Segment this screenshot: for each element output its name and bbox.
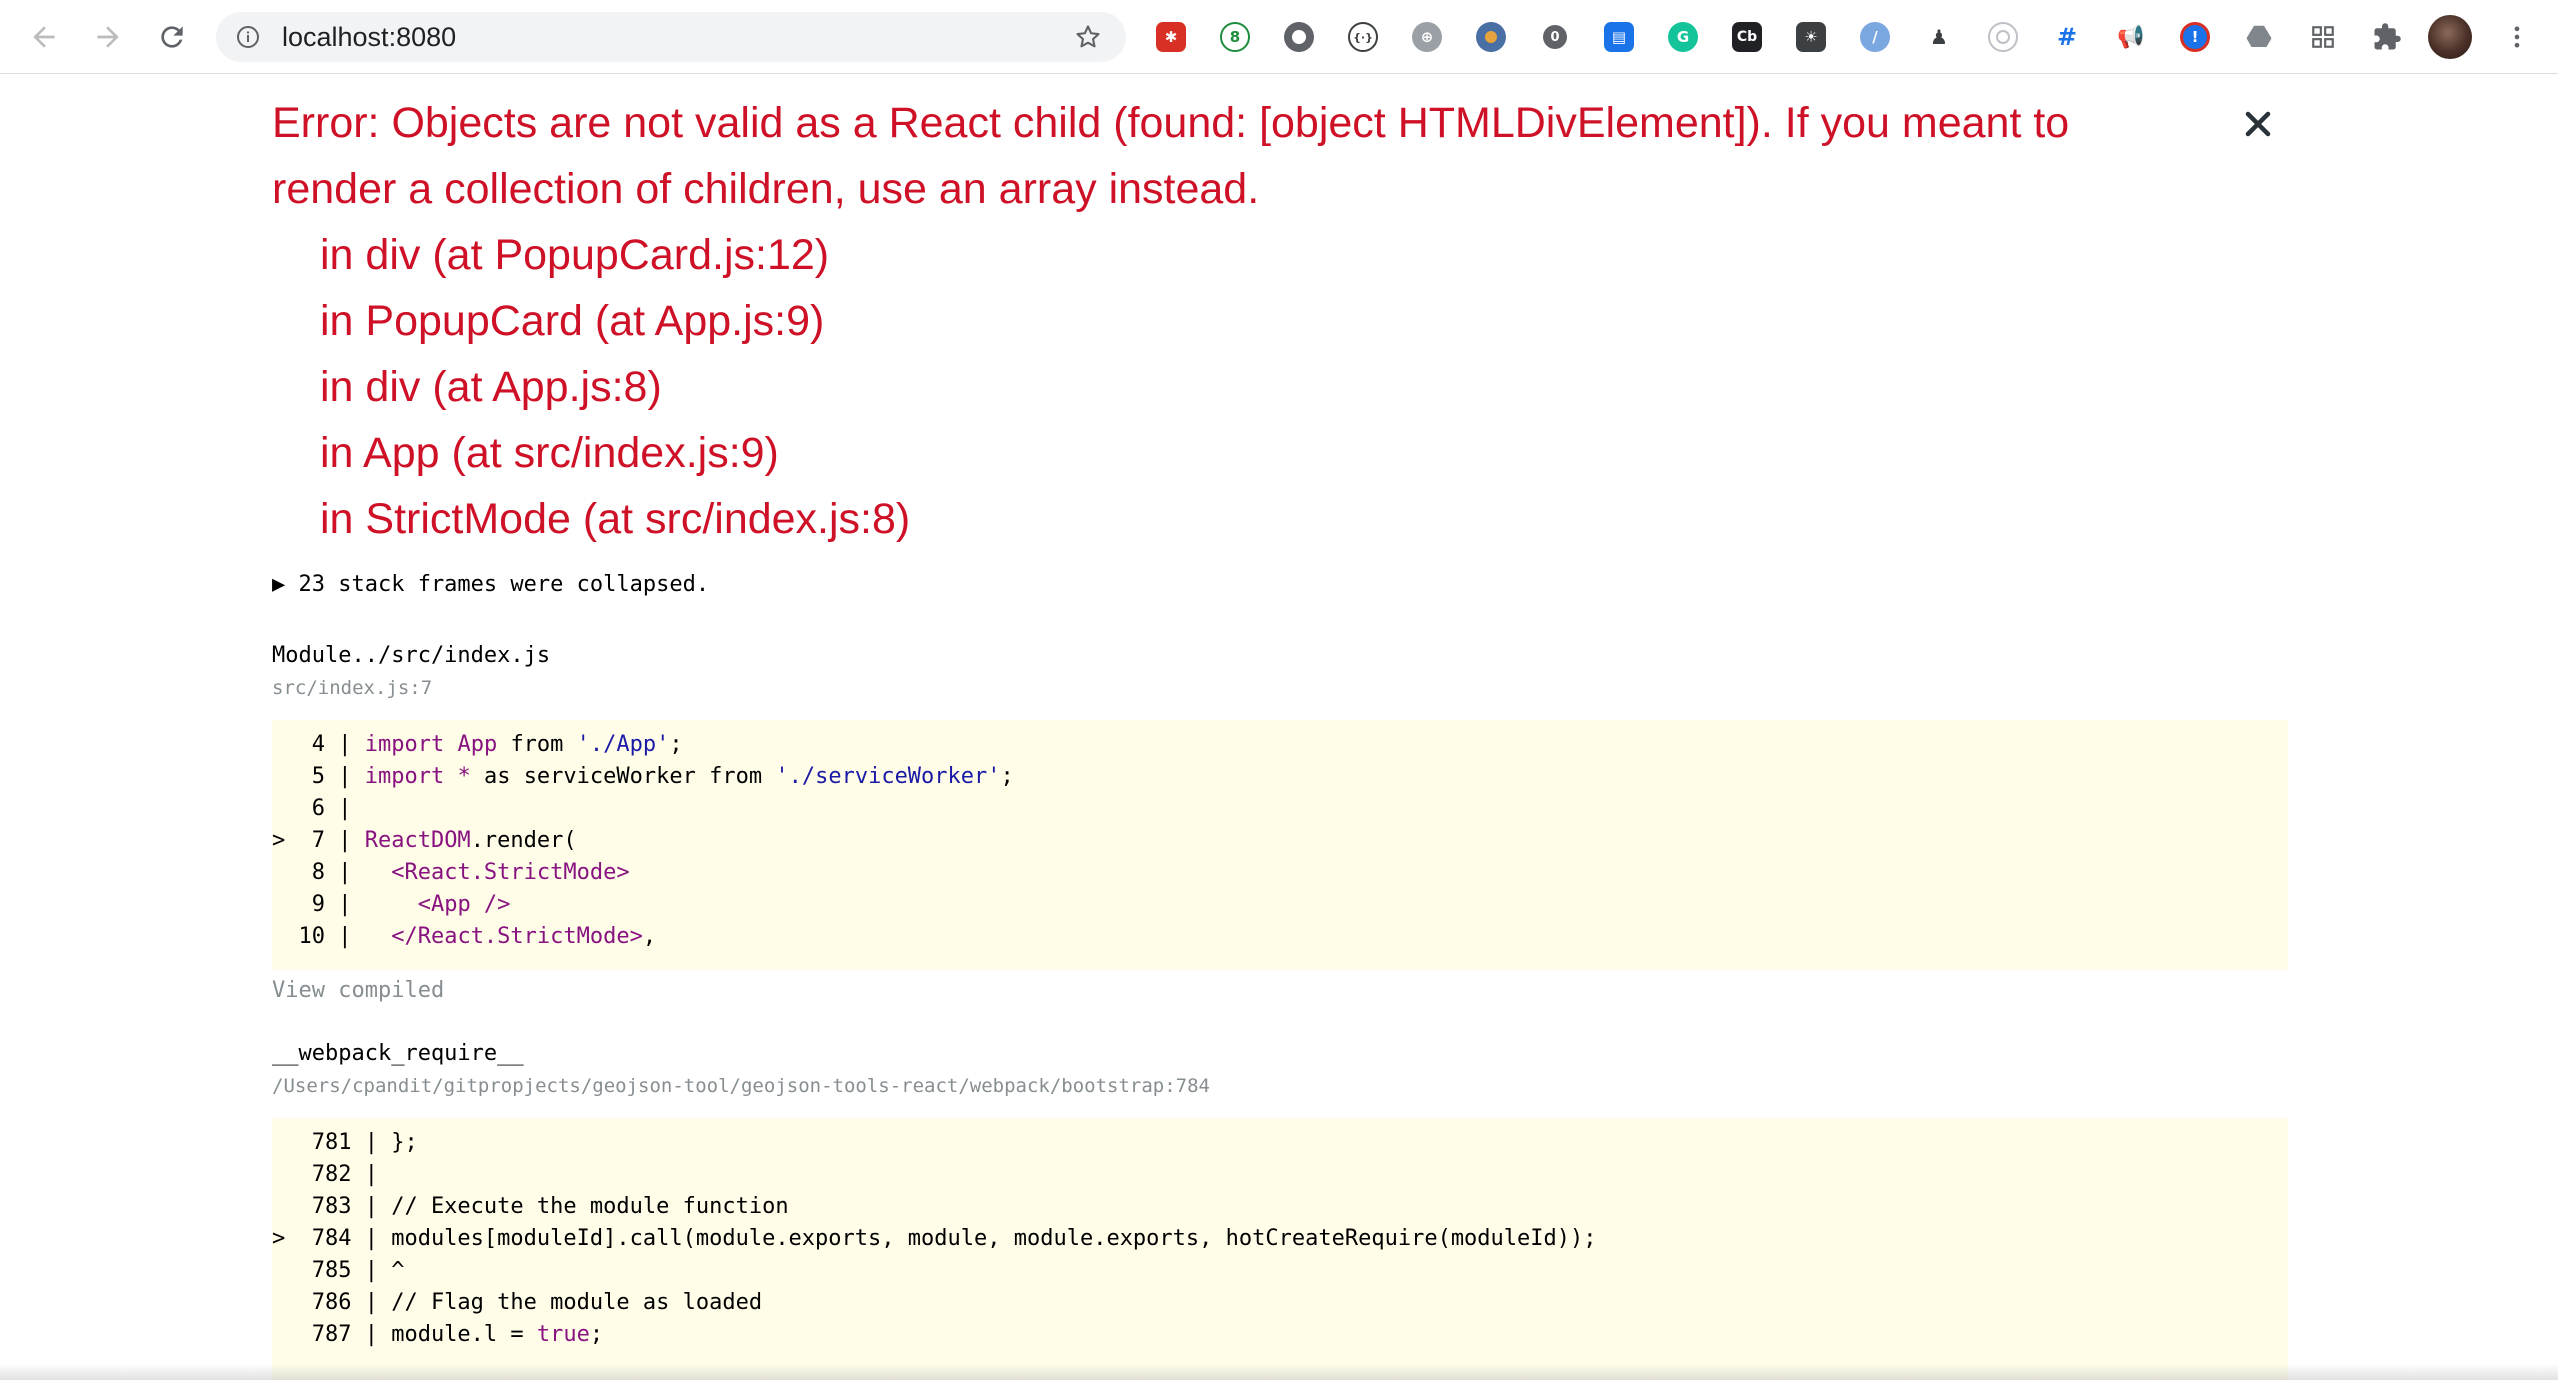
code-line: 9 | <App />: [272, 892, 511, 917]
browser-toolbar: localhost:8080 ✱ 8 {·} ⊕ 0 ▤ G Cb ☀ / ♟ …: [0, 0, 2558, 74]
close-overlay-button[interactable]: [2236, 102, 2280, 146]
line-gutter: 8 |: [272, 860, 392, 885]
punctuation: ;: [1000, 764, 1014, 789]
jsx-tag: <App />: [417, 892, 511, 917]
line-gutter: 4 |: [272, 732, 365, 757]
code-line-highlighted: > 784 | modules[moduleId].call(module.ex…: [272, 1226, 1597, 1251]
reload-button[interactable]: [152, 17, 192, 57]
component-stack-item: in div (at App.js:8): [320, 363, 662, 411]
extension-megaphone-icon[interactable]: 📢: [2114, 20, 2148, 54]
extension-puzzle-small-icon[interactable]: ♟: [1922, 20, 1956, 54]
browser-menu-button[interactable]: [2500, 20, 2534, 54]
component-stack-item: in div (at PopupCard.js:12): [320, 231, 830, 279]
code-line-highlighted: > 7 | ReactDOM.render(: [272, 828, 577, 853]
error-overlay: Error: Objects are not valid as a React …: [0, 74, 2558, 1380]
component-stack-item: in PopupCard (at App.js:9): [320, 297, 825, 345]
code-snippet: 4 | import App from './App'; 5 | import …: [272, 720, 2288, 970]
arrow-right-icon: [97, 26, 119, 48]
code-line: 783 | // Execute the module function: [272, 1194, 789, 1219]
code-line: 782 |: [272, 1162, 378, 1187]
line-gutter: > 7 |: [272, 828, 365, 853]
frame-location-link[interactable]: src/index.js:7: [272, 677, 432, 699]
punctuation: ,: [642, 924, 657, 949]
arrow-left-icon: [33, 26, 55, 48]
code-line: 781 | };: [272, 1130, 418, 1155]
url-text[interactable]: localhost:8080: [282, 12, 456, 62]
extension-apps-grid-icon[interactable]: [2306, 20, 2340, 54]
extension-drive-icon[interactable]: [2242, 20, 2276, 54]
extension-print-icon[interactable]: ▤: [1602, 20, 1636, 54]
frame-name: Module../src/index.js: [272, 643, 551, 668]
close-icon: [2245, 111, 2271, 137]
method-call: .render(: [470, 828, 577, 853]
code-line: 787 | module.l = true;: [272, 1322, 603, 1347]
keyword: true: [536, 1322, 590, 1347]
keyword: import: [364, 764, 445, 789]
component-stack-item: in App (at src/index.js:9): [320, 429, 779, 477]
view-compiled-link[interactable]: View compiled: [272, 978, 444, 1003]
line-gutter: 10 |: [272, 924, 392, 949]
identifier: as serviceWorker: [483, 764, 710, 789]
extension-target-icon[interactable]: [1986, 20, 2020, 54]
extension-leaf-icon[interactable]: 8: [1218, 20, 1252, 54]
bottom-shadow: [0, 1364, 2558, 1380]
collapsed-frames-toggle[interactable]: ▶ 23 stack frames were collapsed.: [272, 572, 709, 597]
line-gutter: 9 |: [272, 892, 418, 917]
line-gutter: 5 |: [272, 764, 365, 789]
extension-earth-icon[interactable]: [1474, 20, 1508, 54]
back-button[interactable]: [24, 17, 64, 57]
extension-globe-icon[interactable]: ⊕: [1410, 20, 1444, 54]
frame-location-link[interactable]: /Users/cpandit/gitpropjects/geojson-tool…: [272, 1075, 1210, 1097]
line-gutter: 787 | module.l =: [272, 1322, 537, 1347]
extension-feather-icon[interactable]: /: [1858, 20, 1892, 54]
extension-cb-icon[interactable]: Cb: [1730, 20, 1764, 54]
operator: *: [444, 764, 484, 789]
extension-grammarly-icon[interactable]: G: [1666, 20, 1700, 54]
identifier: App: [444, 732, 511, 757]
profile-avatar[interactable]: [2428, 15, 2472, 59]
more-vert-icon: [2514, 26, 2520, 48]
code-line: 6 |: [272, 796, 352, 821]
extensions-puzzle-icon[interactable]: [2370, 20, 2404, 54]
code-line: 4 | import App from './App';: [272, 732, 683, 757]
extension-grid-icon[interactable]: #: [2050, 20, 2084, 54]
extension-bulb-icon[interactable]: ☀: [1794, 20, 1828, 54]
code-line: 786 | // Flag the module as loaded: [272, 1290, 763, 1315]
punctuation: ;: [589, 1322, 604, 1347]
bookmark-star-icon[interactable]: [1074, 23, 1102, 56]
extension-disc-icon[interactable]: [1282, 20, 1316, 54]
punctuation: ;: [669, 732, 683, 757]
jsx-tag: <React.StrictMode>: [391, 860, 630, 885]
code-line: 5 | import * as serviceWorker from './se…: [272, 764, 1014, 789]
code-line: 8 | <React.StrictMode>: [272, 860, 630, 885]
code-line: 785 | ^: [272, 1258, 405, 1283]
extension-alert-icon[interactable]: !: [2178, 20, 2212, 54]
error-message: Error: Objects are not valid as a React …: [272, 99, 2070, 213]
string: './serviceWorker': [775, 764, 1001, 789]
string: './App': [576, 732, 670, 757]
keyword: import: [364, 732, 445, 757]
identifier: ReactDOM: [364, 828, 471, 853]
site-info-icon[interactable]: [236, 25, 260, 54]
component-stack-item: in StrictMode (at src/index.js:8): [320, 495, 911, 543]
code-line: 10 | </React.StrictMode>,: [272, 924, 656, 949]
reload-icon: [161, 26, 183, 48]
address-bar[interactable]: localhost:8080: [216, 12, 1126, 62]
keyword: from: [709, 764, 763, 789]
extension-bug-icon[interactable]: ✱: [1154, 20, 1188, 54]
keyword: from: [510, 732, 564, 757]
component-stack: in div (at PopupCard.js:12) in PopupCard…: [320, 222, 910, 552]
forward-button[interactable]: [88, 17, 128, 57]
extension-zero-icon[interactable]: 0: [1538, 20, 1572, 54]
code-snippet: 781 | }; 782 | 783 | // Execute the modu…: [272, 1118, 2288, 1380]
extension-json-icon[interactable]: {·}: [1346, 20, 1380, 54]
frame-name: __webpack_require__: [272, 1041, 524, 1066]
jsx-tag: </React.StrictMode>: [391, 924, 643, 949]
